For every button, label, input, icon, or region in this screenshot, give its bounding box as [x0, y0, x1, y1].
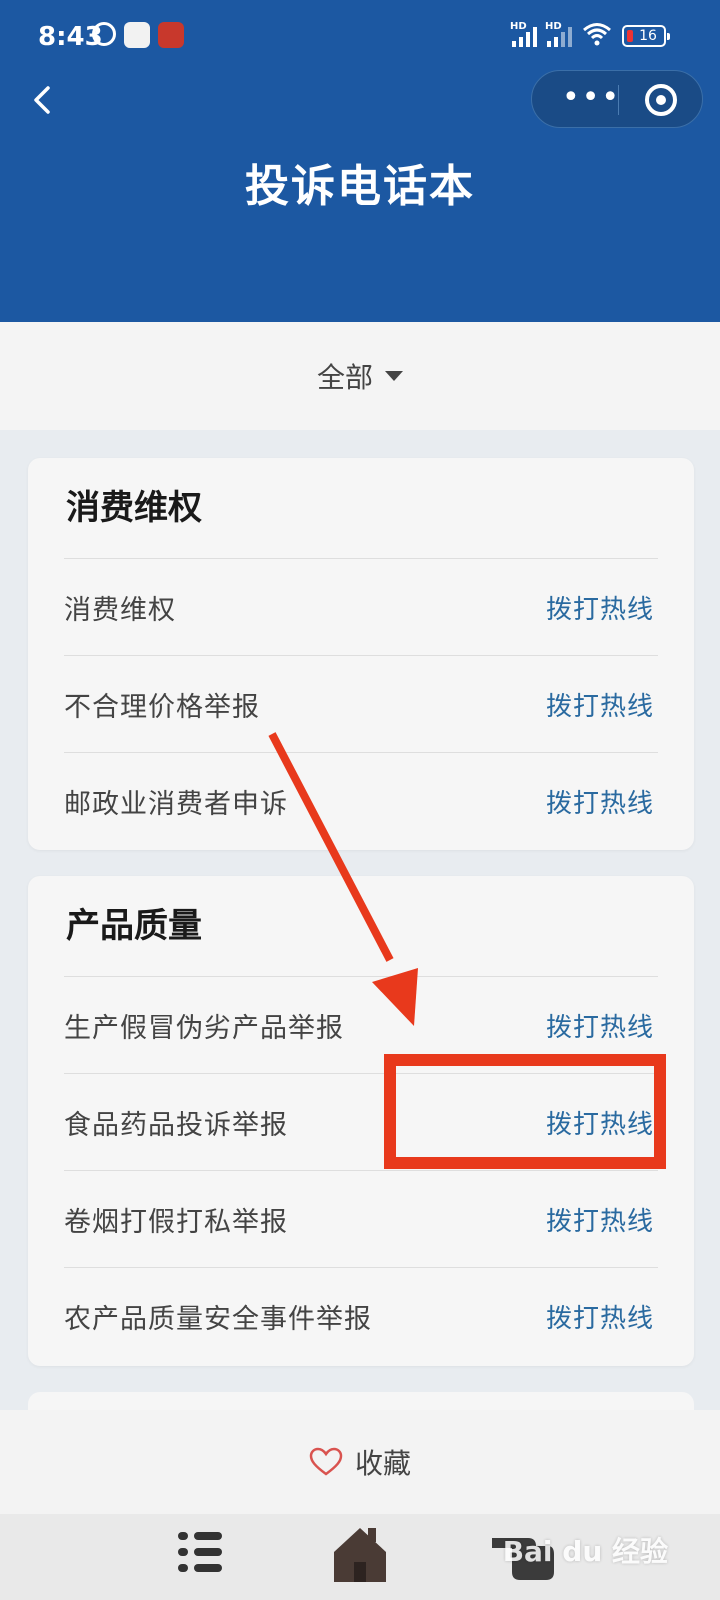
- favorite-label: 收藏: [354, 1447, 411, 1480]
- list-item: 不合理价格举报 拨打热线: [64, 655, 658, 752]
- close-mini-program-button[interactable]: [645, 84, 677, 116]
- list-item: 消费维权 拨打热线: [64, 558, 658, 655]
- list-item: 邮政业消费者申诉 拨打热线: [64, 752, 658, 849]
- page-title: 投诉电话本: [245, 161, 475, 212]
- battery-icon: 16: [622, 25, 670, 47]
- hd-badge: HD: [510, 21, 527, 32]
- list-icon: [178, 1528, 222, 1576]
- status-right-icons: HD HD 16: [510, 21, 670, 50]
- status-left-icons: [92, 22, 184, 48]
- item-label: 消费维权: [64, 594, 176, 626]
- filter-label: 全部: [316, 361, 373, 394]
- caret-down-icon: [385, 371, 403, 381]
- tab-list[interactable]: [178, 1528, 222, 1576]
- alarm-icon: [92, 22, 116, 46]
- section-title: 消费维权: [66, 488, 202, 528]
- item-label: 食品药品投诉举报: [64, 1109, 288, 1141]
- call-hotline-button[interactable]: 拨打热线: [546, 1298, 658, 1335]
- list-item: 卷烟打假打私举报 拨打热线: [64, 1170, 658, 1267]
- item-label: 邮政业消费者申诉: [64, 788, 288, 820]
- section-card-product-quality: 产品质量 生产假冒伪劣产品举报 拨打热线 食品药品投诉举报 拨打热线 卷烟打假打…: [28, 876, 694, 1366]
- list-item: 农产品质量安全事件举报 拨打热线: [64, 1267, 658, 1364]
- app-icon: [158, 22, 184, 48]
- call-hotline-button[interactable]: 拨打热线: [546, 686, 658, 723]
- wifi-icon: [582, 22, 612, 50]
- battery-level: 16: [639, 28, 657, 44]
- favorite-button[interactable]: 收藏: [0, 1410, 720, 1514]
- section-card-consumer-rights: 消费维权 消费维权 拨打热线 不合理价格举报 拨打热线 邮政业消费者申诉 拨打热…: [28, 458, 694, 850]
- list-item: 生产假冒伪劣产品举报 拨打热线: [64, 976, 658, 1073]
- capsule-divider: [618, 85, 619, 115]
- tab-home[interactable]: [330, 1522, 390, 1590]
- status-bar: 8:43 HD HD 16: [0, 0, 720, 72]
- list-item: 食品药品投诉举报 拨打热线: [64, 1073, 658, 1170]
- item-label: 生产假冒伪劣产品举报: [64, 1012, 344, 1044]
- filter-dropdown[interactable]: 全部: [0, 322, 720, 430]
- item-label: 卷烟打假打私举报: [64, 1206, 288, 1238]
- mini-program-capsule: •••: [531, 70, 703, 128]
- app-icon: [124, 22, 150, 48]
- hd-badge: HD: [545, 21, 562, 32]
- call-hotline-button[interactable]: 拨打热线: [546, 783, 658, 820]
- call-hotline-button[interactable]: 拨打热线: [546, 1201, 658, 1238]
- back-button[interactable]: [24, 80, 64, 120]
- item-label: 不合理价格举报: [64, 691, 260, 723]
- heart-icon: [309, 1447, 343, 1476]
- more-button[interactable]: •••: [562, 83, 621, 113]
- signal-icon: HD: [510, 21, 537, 47]
- section-title: 产品质量: [66, 906, 202, 946]
- target-icon: [656, 95, 666, 105]
- home-icon: [334, 1528, 386, 1582]
- call-hotline-button[interactable]: 拨打热线: [546, 589, 658, 626]
- call-hotline-button[interactable]: 拨打热线: [546, 1007, 658, 1044]
- header: 8:43 HD HD 16 ••• 投诉电话本: [0, 0, 720, 322]
- chevron-left-icon: [34, 86, 50, 114]
- item-label: 农产品质量安全事件举报: [64, 1303, 372, 1335]
- call-hotline-button[interactable]: 拨打热线: [546, 1104, 658, 1141]
- watermark: Bai du 经验: [502, 1535, 668, 1568]
- signal-icon: HD: [545, 21, 572, 47]
